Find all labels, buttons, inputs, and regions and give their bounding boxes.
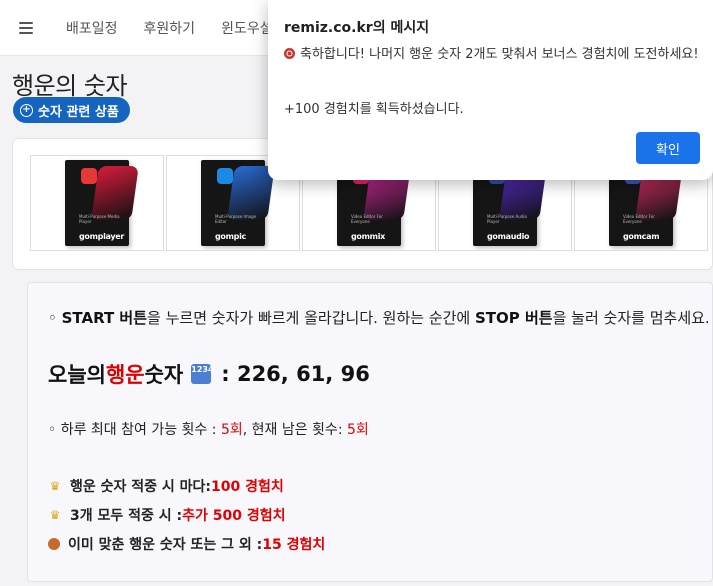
product-brand: gomplayer	[79, 232, 125, 241]
reward-label: 행운 숫자 적중 시 마다:	[70, 479, 212, 495]
product-box-image: Multi-Purpose Image Editor gompic	[201, 160, 275, 246]
product-brand: gompic	[215, 232, 246, 241]
attempts-left: 5회	[346, 422, 369, 438]
attempts-mid: , 현재 남은 횟수:	[242, 422, 347, 438]
dialog-message: 축하합니다! 나머지 행운 숫자 2개도 맞춰서 보너스 경험치에 도전하세요!	[284, 45, 699, 65]
dialog-title: remiz.co.kr의 메시지	[284, 20, 430, 36]
product-blurb: Multi-Purpose Audio Player	[487, 214, 527, 224]
nav-item-schedule[interactable]: 배포일정	[66, 18, 118, 38]
product-blurb: Multi-Purpose Image Editor	[215, 214, 257, 224]
stop-button-text: STOP 버튼	[475, 309, 553, 327]
reward-label: 이미 맞춘 행운 숫자 또는 그 외 :	[68, 537, 263, 553]
reward-value: 100 경험치	[211, 479, 284, 495]
reward-value: 추가 500 경험치	[182, 508, 286, 524]
product-art	[91, 166, 139, 220]
todays-lucky-numbers: 오늘의 행운 숫자 1234 : 226, 61, 96	[48, 359, 370, 389]
product-brand: gomaudio	[487, 232, 530, 241]
instructions-mid: 을 누르면 숫자가 빠르게 올라갑니다. 원하는 순간에	[147, 309, 475, 327]
reward-line: ♛ 행운 숫자 적중 시 마다: 100 경험치	[48, 476, 284, 496]
plus-circle-icon: +	[20, 103, 33, 117]
related-products-label: 숫자 관련 상품	[38, 104, 119, 120]
ok-button[interactable]: 확인	[636, 132, 700, 164]
crown-icon: ♛	[49, 508, 61, 522]
lucky-suffix: 숫자	[144, 363, 184, 387]
related-products-button[interactable]: + 숫자 관련 상품	[13, 97, 130, 123]
dialog-message-text: 축하합니다! 나머지 행운 숫자 2개도 맞춰서 보너스 경험치에 도전하세요!	[300, 47, 699, 62]
start-button-text: START 버튼	[61, 309, 148, 327]
medal-icon	[48, 538, 60, 550]
crown-icon: ♛	[49, 479, 61, 493]
nav-item-windows[interactable]: 윈도우설	[221, 18, 273, 38]
product-card[interactable]: Multi-Purpose Media Player gomplayer	[30, 155, 164, 251]
reward-value: 15 경험치	[262, 537, 326, 553]
bullet: ◦	[48, 309, 62, 327]
alert-dialog: remiz.co.kr의 메시지 축하합니다! 나머지 행운 숫자 2개도 맞춰…	[268, 0, 713, 180]
target-icon	[284, 48, 295, 59]
product-art	[227, 166, 275, 220]
reward-line: 이미 맞춘 행운 숫자 또는 그 외 : 15 경험치	[48, 534, 325, 554]
instructions-text: ◦ START 버튼을 누르면 숫자가 빠르게 올라갑니다. 원하는 순간에 S…	[48, 307, 710, 328]
lucky-numbers-value: : 226, 61, 96	[221, 362, 370, 386]
product-blurb: Video Editor For Everyone	[351, 214, 383, 224]
attempts-max: 5회	[220, 422, 243, 438]
attempts-info: ◦ 하루 최대 참여 가능 횟수 : 5회, 현재 남은 횟수: 5회	[48, 419, 369, 439]
numbers-icon: 1234	[191, 364, 214, 384]
product-logo-icon	[217, 168, 233, 184]
dialog-reward-text: +100 경험치를 획득하셨습니다.	[284, 102, 464, 117]
lucky-highlight: 행운	[105, 363, 145, 387]
product-blurb: Video Editor For Everyone	[623, 214, 655, 224]
product-brand: gomcam	[623, 232, 660, 241]
nav-item-donate[interactable]: 후원하기	[144, 18, 196, 38]
product-box-image: Multi-Purpose Media Player gomplayer	[65, 160, 139, 246]
page-title: 행운의 숫자	[12, 72, 128, 100]
lucky-prefix: 오늘의	[48, 363, 106, 387]
product-blurb: Multi-Purpose Media Player	[79, 214, 120, 224]
attempts-prefix: ◦ 하루 최대 참여 가능 횟수 :	[48, 422, 221, 438]
product-brand: gommix	[351, 232, 385, 241]
menu-icon[interactable]	[19, 21, 33, 34]
reward-label: 3개 모두 적중 시 :	[70, 508, 183, 524]
reward-line: ♛ 3개 모두 적중 시 : 추가 500 경험치	[48, 505, 286, 525]
instructions-suffix: 을 눌러 숫자를 멈추세요.	[552, 309, 710, 327]
product-logo-icon	[81, 168, 97, 184]
lucky-number-info-panel: ◦ START 버튼을 누르면 숫자가 빠르게 올라갑니다. 원하는 순간에 S…	[27, 282, 713, 582]
